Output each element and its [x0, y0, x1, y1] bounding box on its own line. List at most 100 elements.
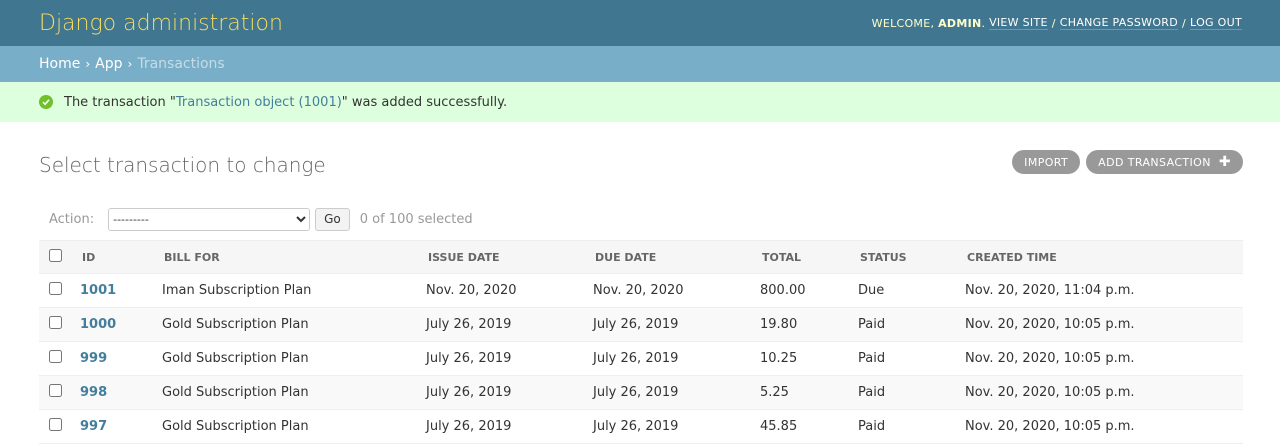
breadcrumb-home[interactable]: Home	[39, 56, 80, 72]
column-header-issue-date[interactable]: Issue date	[426, 240, 593, 274]
due-date-cell: Nov. 20, 2020	[593, 273, 760, 308]
user-tools-separator: /	[1182, 16, 1187, 30]
row-checkbox[interactable]	[49, 316, 62, 329]
status-cell: Due	[858, 273, 965, 308]
actions-bar: Action: --------- Go 0 of 100 selected	[39, 202, 1243, 236]
header: Django administration Welcome, admin. Vi…	[0, 0, 1280, 46]
transaction-id-link[interactable]: 998	[80, 385, 107, 400]
row-select-cell	[39, 375, 80, 410]
bill-for-cell: Gold Subscription Plan	[162, 307, 426, 342]
selection-counter: 0 of 100 selected	[359, 211, 473, 227]
bill-for-cell: Gold Subscription Plan	[162, 409, 426, 444]
status-cell: Paid	[858, 375, 965, 410]
issue-date-cell: July 26, 2019	[426, 341, 593, 376]
total-cell: 5.25	[760, 375, 858, 410]
column-header-due-date[interactable]: Due date	[593, 240, 760, 274]
table-header-row: ID Bill for Issue date Due date Total St…	[39, 240, 1243, 274]
transaction-id-link[interactable]: 997	[80, 419, 107, 434]
content: Select transaction to change Import Add …	[0, 122, 1280, 444]
check-circle-icon	[39, 95, 53, 109]
row-select-cell	[39, 307, 80, 342]
row-select-cell	[39, 341, 80, 376]
change-password-link[interactable]: Change password	[1059, 16, 1179, 30]
due-date-cell: July 26, 2019	[593, 307, 760, 342]
table-row: 998 Gold Subscription Plan July 26, 2019…	[39, 375, 1243, 410]
column-header-created-time[interactable]: Created time	[965, 240, 1243, 274]
result-list: ID Bill for Issue date Due date Total St…	[39, 240, 1243, 444]
breadcrumb: Home › App › Transactions	[0, 46, 1280, 82]
action-label: Action:	[49, 211, 95, 227]
site-branding[interactable]: Django administration	[39, 11, 283, 36]
log-out-link[interactable]: Log out	[1190, 16, 1242, 30]
plus-icon: ✚	[1218, 154, 1231, 170]
issue-date-cell: July 26, 2019	[426, 375, 593, 410]
message-prefix: The transaction "	[64, 94, 176, 110]
created-time-cell: Nov. 20, 2020, 10:05 p.m.	[965, 341, 1243, 376]
created-time-cell: Nov. 20, 2020, 10:05 p.m.	[965, 307, 1243, 342]
status-cell: Paid	[858, 341, 965, 376]
go-button[interactable]: Go	[315, 207, 350, 231]
total-cell: 10.25	[760, 341, 858, 376]
import-button[interactable]: Import	[1012, 150, 1081, 174]
transaction-id-link[interactable]: 1001	[80, 283, 116, 298]
id-cell: 1001	[80, 273, 162, 308]
content-head: Select transaction to change Import Add …	[39, 122, 1243, 206]
bill-for-cell: Iman Subscription Plan	[162, 273, 426, 308]
message-suffix: " was added successfully.	[341, 94, 508, 110]
issue-date-cell: Nov. 20, 2020	[426, 273, 593, 308]
table-row: 1001 Iman Subscription Plan Nov. 20, 202…	[39, 273, 1243, 308]
select-all-cell	[39, 240, 80, 274]
created-time-cell: Nov. 20, 2020, 10:05 p.m.	[965, 409, 1243, 444]
table-row: 1000 Gold Subscription Plan July 26, 201…	[39, 307, 1243, 342]
add-transaction-button[interactable]: Add transaction ✚	[1086, 150, 1243, 174]
row-checkbox[interactable]	[49, 418, 62, 431]
view-site-link[interactable]: View site	[989, 16, 1048, 30]
row-checkbox[interactable]	[49, 282, 62, 295]
success-message: The transaction " Transaction object (100…	[0, 82, 1280, 122]
status-cell: Paid	[858, 307, 965, 342]
transaction-id-link[interactable]: 999	[80, 351, 107, 366]
id-cell: 997	[80, 409, 162, 444]
table-row: 997 Gold Subscription Plan July 26, 2019…	[39, 409, 1243, 444]
user-tools-separator: /	[1051, 16, 1056, 30]
message-object-link[interactable]: Transaction object (1001)	[176, 95, 342, 110]
created-time-cell: Nov. 20, 2020, 11:04 p.m.	[965, 273, 1243, 308]
breadcrumb-separator: ›	[127, 57, 133, 71]
column-header-status[interactable]: Status	[858, 240, 965, 274]
breadcrumb-separator: ›	[85, 57, 91, 71]
total-cell: 19.80	[760, 307, 858, 342]
action-select[interactable]: ---------	[108, 207, 311, 231]
column-header-total[interactable]: Total	[760, 240, 858, 274]
user-tools: Welcome, admin. View site / Change passw…	[871, 16, 1242, 30]
row-checkbox[interactable]	[49, 384, 62, 397]
bill-for-cell: Gold Subscription Plan	[162, 341, 426, 376]
add-transaction-label: Add transaction	[1098, 155, 1211, 169]
bill-for-cell: Gold Subscription Plan	[162, 375, 426, 410]
id-cell: 998	[80, 375, 162, 410]
object-tools: Import Add transaction ✚	[1012, 150, 1243, 174]
column-header-id[interactable]: ID	[80, 240, 162, 274]
row-checkbox[interactable]	[49, 350, 62, 363]
page-title: Select transaction to change	[39, 153, 326, 177]
created-time-cell: Nov. 20, 2020, 10:05 p.m.	[965, 375, 1243, 410]
table-row: 999 Gold Subscription Plan July 26, 2019…	[39, 341, 1243, 376]
breadcrumb-app[interactable]: App	[95, 56, 122, 72]
due-date-cell: July 26, 2019	[593, 409, 760, 444]
due-date-cell: July 26, 2019	[593, 341, 760, 376]
row-select-cell	[39, 409, 80, 444]
total-cell: 45.85	[760, 409, 858, 444]
column-header-bill-for[interactable]: Bill for	[162, 240, 426, 274]
welcome-text: Welcome,	[871, 16, 935, 30]
row-select-cell	[39, 273, 80, 308]
transaction-id-link[interactable]: 1000	[80, 317, 116, 332]
import-label: Import	[1024, 155, 1069, 169]
status-cell: Paid	[858, 409, 965, 444]
total-cell: 800.00	[760, 273, 858, 308]
issue-date-cell: July 26, 2019	[426, 409, 593, 444]
id-cell: 999	[80, 341, 162, 376]
username: admin	[938, 16, 982, 30]
breadcrumb-current: Transactions	[137, 56, 225, 72]
id-cell: 1000	[80, 307, 162, 342]
issue-date-cell: July 26, 2019	[426, 307, 593, 342]
select-all-checkbox[interactable]	[49, 249, 62, 262]
